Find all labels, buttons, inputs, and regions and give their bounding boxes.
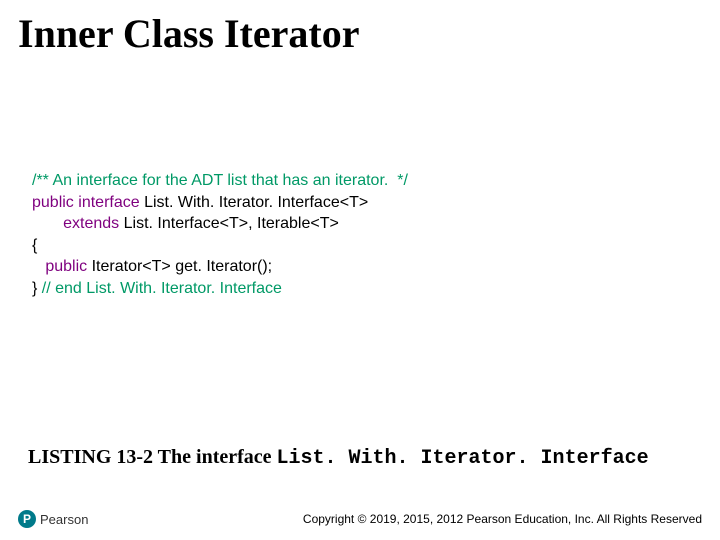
code-text: Iterator<T> get. Iterator(); [87, 258, 272, 275]
code-end-comment: // end List. With. Iterator. Interface [42, 280, 282, 297]
code-comment: /** An interface for the ADT list that h… [32, 172, 408, 189]
code-text: { [32, 237, 37, 254]
caption-classname: List. With. Iterator. Interface [277, 447, 649, 470]
code-text: } [32, 280, 42, 297]
keyword-interface: interface [78, 194, 139, 211]
keyword-extends: extends [63, 215, 119, 232]
code-listing: /** An interface for the ADT list that h… [32, 170, 688, 300]
copyright-text: Copyright © 2019, 2015, 2012 Pearson Edu… [100, 512, 702, 526]
keyword-public: public [32, 194, 74, 211]
code-text: List. With. Iterator. Interface<T> [140, 194, 369, 211]
footer: P Pearson Copyright © 2019, 2015, 2012 P… [18, 510, 702, 528]
page-title: Inner Class Iterator [18, 10, 359, 57]
keyword-public: public [45, 258, 87, 275]
slide: Inner Class Iterator /** An interface fo… [0, 0, 720, 540]
publisher-logo: P Pearson [18, 510, 88, 528]
logo-mark-icon: P [18, 510, 36, 528]
code-text: List. Interface<T>, Iterable<T> [119, 215, 339, 232]
listing-caption: LISTING 13-2 The interface List. With. I… [28, 446, 692, 470]
logo-brand-text: Pearson [40, 512, 88, 527]
caption-prefix: LISTING 13-2 The interface [28, 446, 277, 468]
